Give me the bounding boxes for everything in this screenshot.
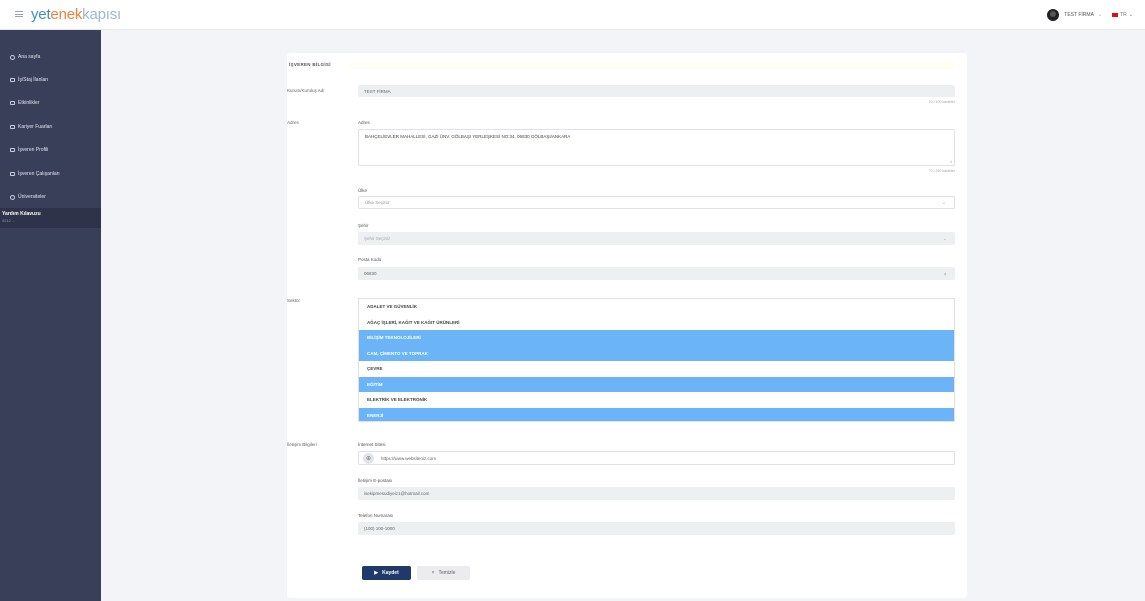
city-select[interactable]: Şehir Seçiniz ⌄ [358, 232, 955, 245]
sector-option-selected[interactable]: CAM, ÇİMENTO VE TOPRAK [359, 345, 954, 361]
save-button[interactable]: ▶ Kaydet [362, 566, 411, 580]
sidebar-item-label: İş/Staj İlanları [18, 77, 49, 83]
sector-option-label: AĞAÇ İŞLERİ, KAĞIT VE KAĞIT ÜRÜNLERİ [367, 319, 460, 325]
sidebar: Ana sayfa İş/Staj İlanları Etkinlikler K… [0, 30, 101, 601]
team-icon [10, 172, 15, 176]
sidebar-item-label: İşveren Çalışanları [18, 171, 60, 177]
logo[interactable]: yetenekkapısı [31, 6, 121, 23]
user-menu[interactable]: TEST FİRMA ⌄ TR ⌄ [1047, 0, 1145, 30]
close-icon: × [431, 570, 435, 576]
sidebar-item-label: Kariyer Fuarları [18, 124, 53, 130]
sidebar-item-label: Ana sayfa [18, 54, 41, 60]
sector-option-selected[interactable]: BİLİŞİM TEKNOLOJİLERİ [359, 330, 954, 346]
globe-icon: ⊕ [363, 452, 374, 464]
language-selector[interactable]: TR ⌄ [1112, 12, 1133, 18]
address-value: BAHÇELİEVLER MAHALLESİ, GAZİ ÜNV. GÖLBAŞ… [365, 134, 571, 139]
clear-button-label: Temizle [438, 570, 456, 576]
website-value: https://www.websiteniz.com [381, 455, 437, 461]
play-icon: ▶ [374, 570, 379, 576]
website-field[interactable]: ⊕ https://www.websiteniz.com [358, 451, 955, 465]
sidebar-item-home[interactable]: Ana sayfa [10, 54, 40, 60]
postal-code-label: Posta Kodu [358, 257, 382, 262]
postal-code-value: 06830 [364, 271, 377, 276]
country-select[interactable]: Ülke Seçiniz ⌄ [358, 196, 955, 209]
sector-option-selected[interactable]: EĞİTİM [359, 376, 954, 392]
sidebar-item-events[interactable]: Etkinlikler [10, 100, 39, 106]
home-icon [10, 54, 15, 60]
save-button-label: Kaydet [382, 570, 399, 576]
help-guide-subtext: 0212 ... [2, 218, 16, 223]
fair-icon [10, 125, 15, 129]
help-guide-link[interactable]: Yardım Kılavuzu [2, 211, 41, 217]
sector-option[interactable]: ADALET VE GÜVENLİK [359, 299, 954, 315]
sector-option[interactable]: ELEKTRİK VE ELEKTRONİK [359, 392, 954, 408]
profile-icon [10, 148, 15, 152]
sector-option-label: ADALET VE GÜVENLİK [367, 304, 418, 310]
user-name: TEST FİRMA [1064, 12, 1094, 18]
sector-row-label: Sektör [287, 298, 301, 303]
chevron-down-icon: ⌄ [942, 235, 947, 242]
section-title: İŞVEREN BİLGİSİ [289, 62, 331, 67]
contact-row-label: İletişim Bilgileri [287, 442, 317, 447]
address-char-count: 70 / 250 karakter [928, 169, 955, 173]
chevron-down-icon: ⌄ [1128, 12, 1133, 18]
briefcase-icon [10, 78, 15, 82]
title-strip [349, 62, 955, 69]
logo-part-1: yet [31, 6, 51, 23]
menu-icon[interactable] [15, 11, 23, 17]
sidebar-item-label: Üniversiteler [18, 194, 46, 200]
email-value: isekipmesudiyeiz1@hotmail.com [364, 491, 430, 496]
address-label: Adres [358, 120, 370, 125]
sector-option-label: ÇEVRE [367, 366, 383, 372]
employer-form-card: İŞVEREN BİLGİSİ Kurum/Kuruluş Adı TEST F… [287, 53, 967, 598]
language-label: TR [1120, 12, 1127, 18]
sector-option-label: BİLİŞİM TEKNOLOJİLERİ [367, 335, 421, 341]
address-textarea[interactable]: BAHÇELİEVLER MAHALLESİ, GAZİ ÜNV. GÖLBAŞ… [358, 129, 955, 166]
sidebar-item-employer-staff[interactable]: İşveren Çalışanları [10, 171, 60, 177]
logo-part-2: enek [50, 6, 83, 23]
phone-label: Telefon Numarası [358, 513, 394, 518]
logo-part-3: kapısı [82, 6, 121, 23]
top-bar: yetenekkapısı TEST FİRMA ⌄ TR ⌄ [0, 0, 1145, 30]
sector-option[interactable]: AĞAÇ İŞLERİ, KAĞIT VE KAĞIT ÜRÜNLERİ [359, 315, 954, 331]
email-label: İletişim E-postası [358, 478, 393, 483]
chevron-down-icon: ⌄ [1097, 12, 1103, 18]
calendar-icon [10, 101, 15, 105]
company-name-field[interactable]: TEST FİRMA [358, 85, 955, 97]
resize-handle-icon[interactable]: ⌟ [950, 158, 952, 164]
company-char-count: 10 / 100 karakter [928, 100, 955, 104]
phone-value: (100) 100-1000 [364, 526, 395, 531]
company-row-label: Kurum/Kuruluş Adı [287, 88, 325, 93]
sidebar-item-career-fairs[interactable]: Kariyer Fuarları [10, 124, 52, 130]
email-field[interactable]: isekipmesudiyeiz1@hotmail.com [358, 487, 955, 500]
chevron-down-icon: ⌄ [941, 199, 946, 206]
city-placeholder: Şehir Seçiniz [364, 236, 391, 241]
sector-option-label: ELEKTRİK VE ELEKTRONİK [367, 397, 428, 403]
country-placeholder: Ülke Seçiniz [365, 200, 390, 205]
sidebar-item-jobs[interactable]: İş/Staj İlanları [10, 77, 48, 83]
sector-option-label: ENERJİ [367, 412, 384, 418]
postal-code-field[interactable]: 06830 ⇕ [358, 267, 955, 280]
clear-button[interactable]: × Temizle [417, 566, 470, 580]
sidebar-item-label: İşveren Profili [18, 147, 49, 153]
company-name-value: TEST FİRMA [364, 88, 391, 94]
sidebar-item-label: Etkinlikler [18, 100, 40, 106]
city-label: Şehir [358, 223, 369, 228]
address-row-label: Adres [287, 120, 299, 125]
sector-option-selected[interactable]: ENERJİ [359, 407, 954, 421]
website-label: İnternet Sitesi [358, 442, 386, 447]
country-label: Ülke [358, 188, 368, 193]
sector-option-label: EĞİTİM [367, 381, 383, 387]
sector-multiselect[interactable]: ADALET VE GÜVENLİK AĞAÇ İŞLERİ, KAĞIT VE… [358, 298, 955, 422]
sector-option-label: CAM, ÇİMENTO VE TOPRAK [367, 350, 428, 356]
sector-option[interactable]: ÇEVRE [359, 361, 954, 377]
stepper-icon[interactable]: ⇕ [944, 271, 947, 276]
sidebar-item-universities[interactable]: Üniversiteler [10, 194, 46, 200]
university-icon [10, 194, 15, 200]
sidebar-item-employer-profile[interactable]: İşveren Profili [10, 147, 48, 153]
phone-field[interactable]: (100) 100-1000 [358, 522, 955, 535]
avatar [1047, 9, 1060, 21]
flag-icon [1112, 13, 1119, 17]
